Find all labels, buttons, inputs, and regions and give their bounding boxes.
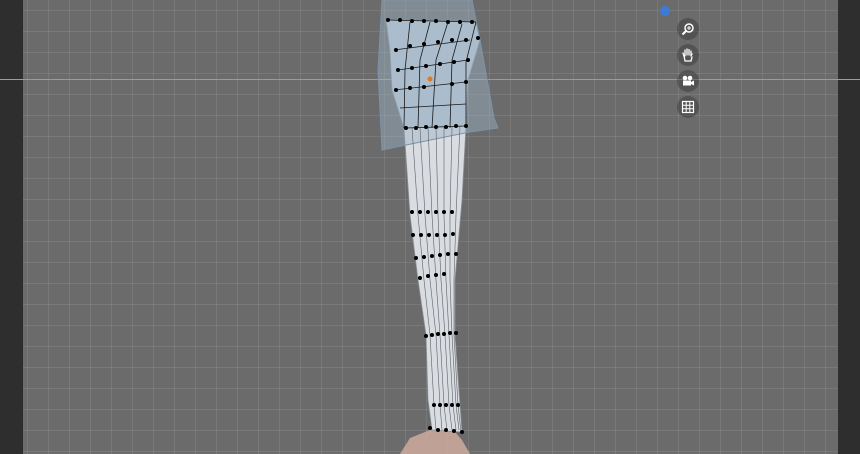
camera-icon [682, 75, 694, 86]
pan-button[interactable] [677, 44, 699, 66]
skirt-mesh [377, 0, 499, 151]
grid-icon [681, 100, 695, 114]
camera-button[interactable] [677, 70, 699, 92]
3d-viewport[interactable] [0, 0, 860, 454]
y-axis-gizmo-dot[interactable] [660, 6, 670, 16]
zoom-icon [681, 23, 694, 36]
navigation-gizmo [675, 16, 701, 120]
active-vertex[interactable] [427, 76, 433, 82]
leg-mesh[interactable] [0, 0, 860, 454]
zoom-button[interactable] [677, 18, 699, 40]
ortho-toggle-button[interactable] [677, 96, 699, 118]
hand-icon [682, 48, 693, 62]
foot-mesh [400, 430, 470, 454]
